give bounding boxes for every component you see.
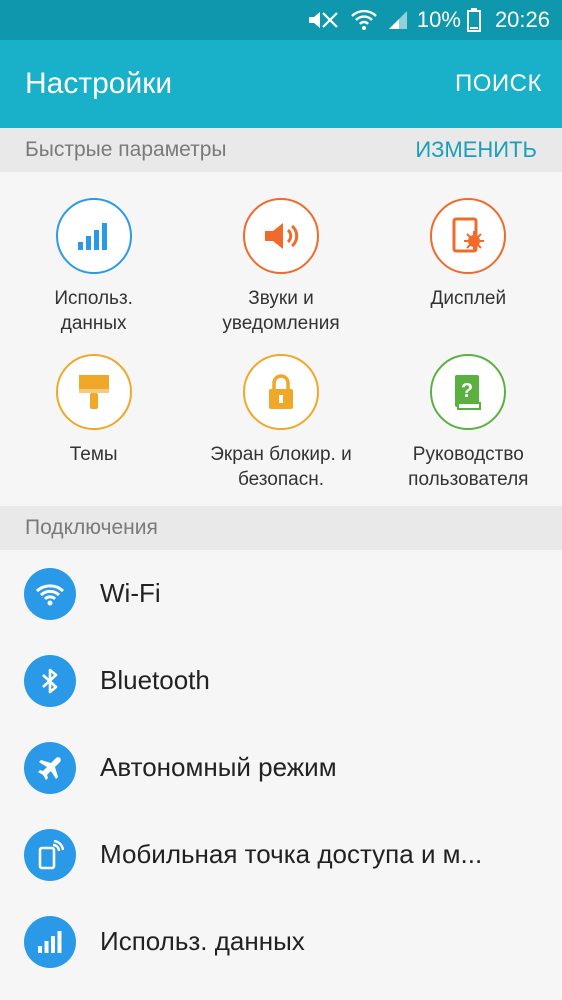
sound-icon [242,198,319,274]
quick-item-sounds[interactable]: Звуки и уведомления [187,198,374,336]
list-item-data-usage[interactable]: Использ. данных [0,898,562,985]
quick-item-label: Использ. данных [54,288,133,334]
svg-text:?: ? [461,380,473,402]
display-icon [430,198,507,274]
list-item-label: Bluetooth [100,665,210,695]
airplane-icon [24,741,76,794]
quick-item-themes[interactable]: Темы [0,354,187,492]
quick-item-label: Темы [69,444,118,465]
battery-icon [466,8,481,32]
quick-item-data-usage[interactable]: Использ. данных [0,198,187,336]
mute-icon [307,9,341,31]
connections-header: Подключения [0,506,562,550]
page-title: Настройки [25,67,173,100]
list-item-airplane-mode[interactable]: Автономный режим [0,724,562,811]
quick-item-user-manual[interactable]: ? Руководство пользователя [375,354,562,492]
quick-settings-title: Быстрые параметры [25,138,227,161]
wifi-icon [24,567,76,620]
wifi-icon [351,9,377,31]
app-bar: Настройки ПОИСК [0,40,562,128]
quick-settings-header: Быстрые параметры ИЗМЕНИТЬ [0,128,562,172]
data-usage-icon [55,198,132,274]
themes-icon [55,354,132,430]
connections-title: Подключения [25,516,158,539]
quick-item-label: Звуки и уведомления [222,288,340,334]
quick-settings-grid: Использ. данных Звуки и уведомления Дисп… [0,172,562,506]
search-button[interactable]: ПОИСК [455,70,542,98]
list-item-wifi[interactable]: Wi-Fi [0,550,562,637]
signal-icon [387,9,409,31]
quick-item-label: Экран блокир. и безопасн. [210,444,352,490]
connections-list: Wi-Fi Bluetooth Автономный режим Мобильн… [0,550,562,985]
list-item-label: Мобильная точка доступа и м... [100,839,483,869]
lock-icon [242,354,319,430]
list-item-label: Wi-Fi [100,578,161,608]
list-item-label: Использ. данных [100,926,305,956]
list-item-bluetooth[interactable]: Bluetooth [0,637,562,724]
list-item-label: Автономный режим [100,752,337,782]
user-manual-icon: ? [430,354,507,430]
bluetooth-icon [24,654,76,707]
battery-percent: 10% [416,7,461,32]
quick-item-lock-screen[interactable]: Экран блокир. и безопасн. [187,354,374,492]
status-bar: 10% 20:26 [0,0,562,40]
hotspot-icon [24,828,76,881]
quick-item-label: Дисплей [430,288,507,309]
quick-item-display[interactable]: Дисплей [375,198,562,336]
list-item-hotspot[interactable]: Мобильная точка доступа и м... [0,811,562,898]
edit-button[interactable]: ИЗМЕНИТЬ [415,137,537,163]
clock: 20:26 [494,7,550,32]
data-usage-icon [24,915,76,968]
quick-item-label: Руководство пользователя [408,444,529,490]
